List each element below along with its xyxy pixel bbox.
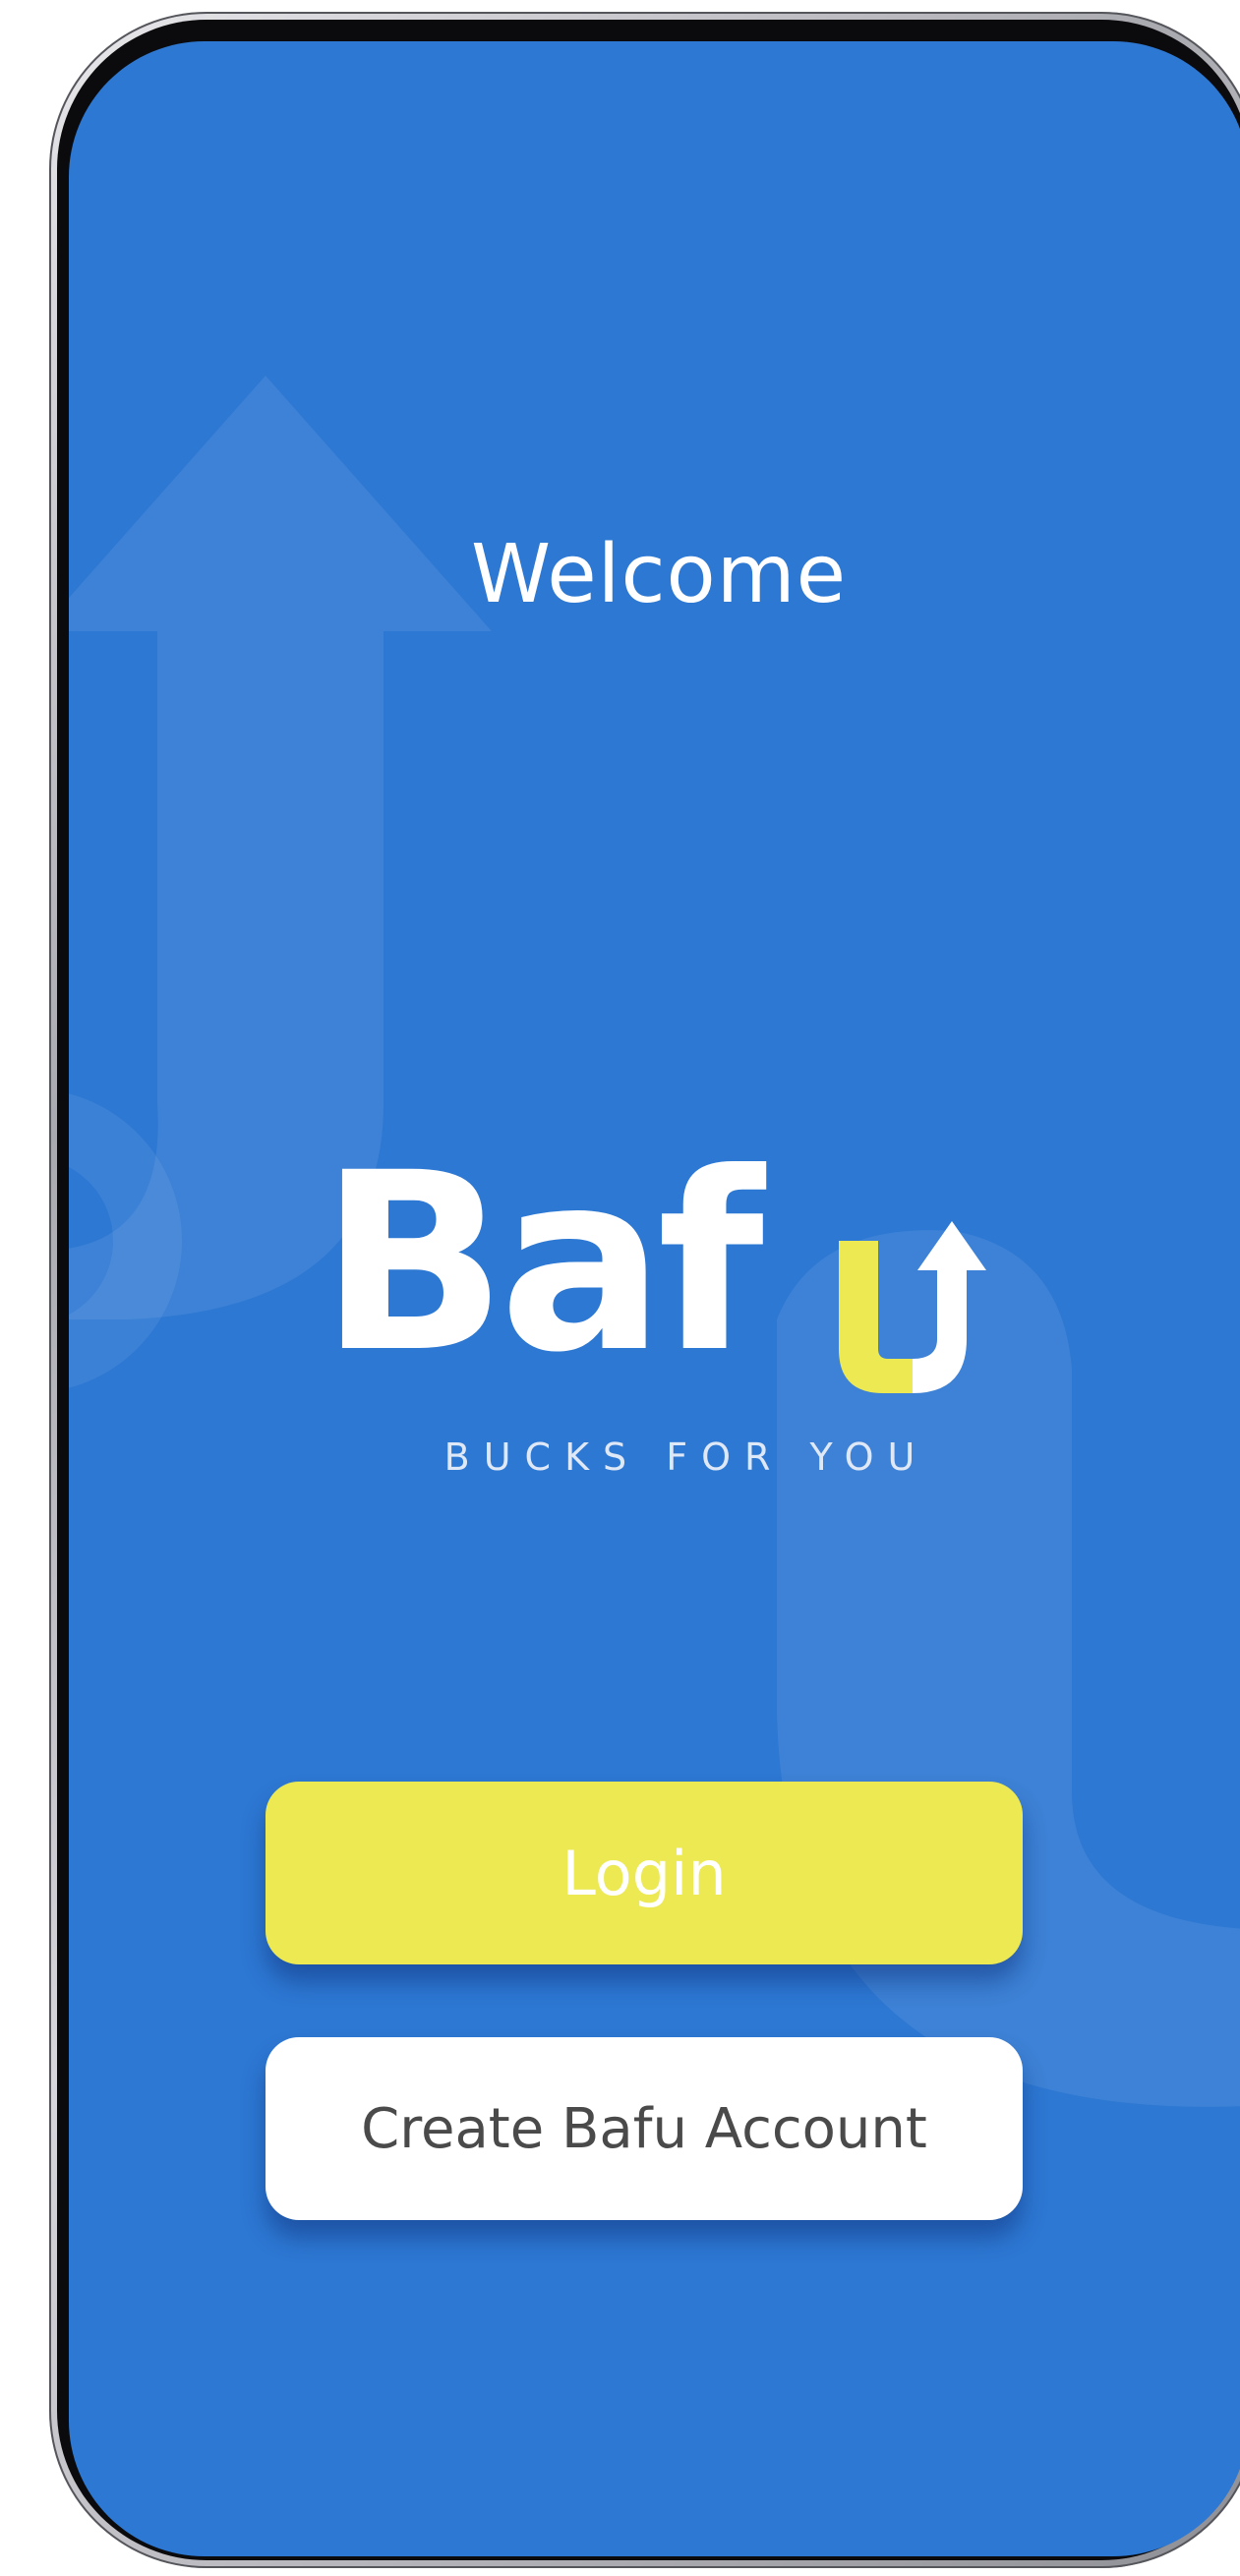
- welcome-screen: Welcome Baf BUCKS FOR YOU Login Create B…: [69, 41, 1240, 2556]
- login-button-label: Login: [561, 1837, 727, 1909]
- bafu-logo: Baf: [320, 1141, 1008, 1435]
- logo-wordmark: Baf: [320, 1120, 764, 1406]
- create-account-button[interactable]: Create Bafu Account: [266, 2037, 1023, 2220]
- create-account-button-label: Create Bafu Account: [361, 2096, 927, 2161]
- logo-tagline: BUCKS FOR YOU: [443, 1435, 929, 1479]
- welcome-heading: Welcome: [470, 528, 848, 621]
- logo-u-arrow-icon: [839, 1221, 986, 1393]
- login-button[interactable]: Login: [266, 1782, 1023, 1964]
